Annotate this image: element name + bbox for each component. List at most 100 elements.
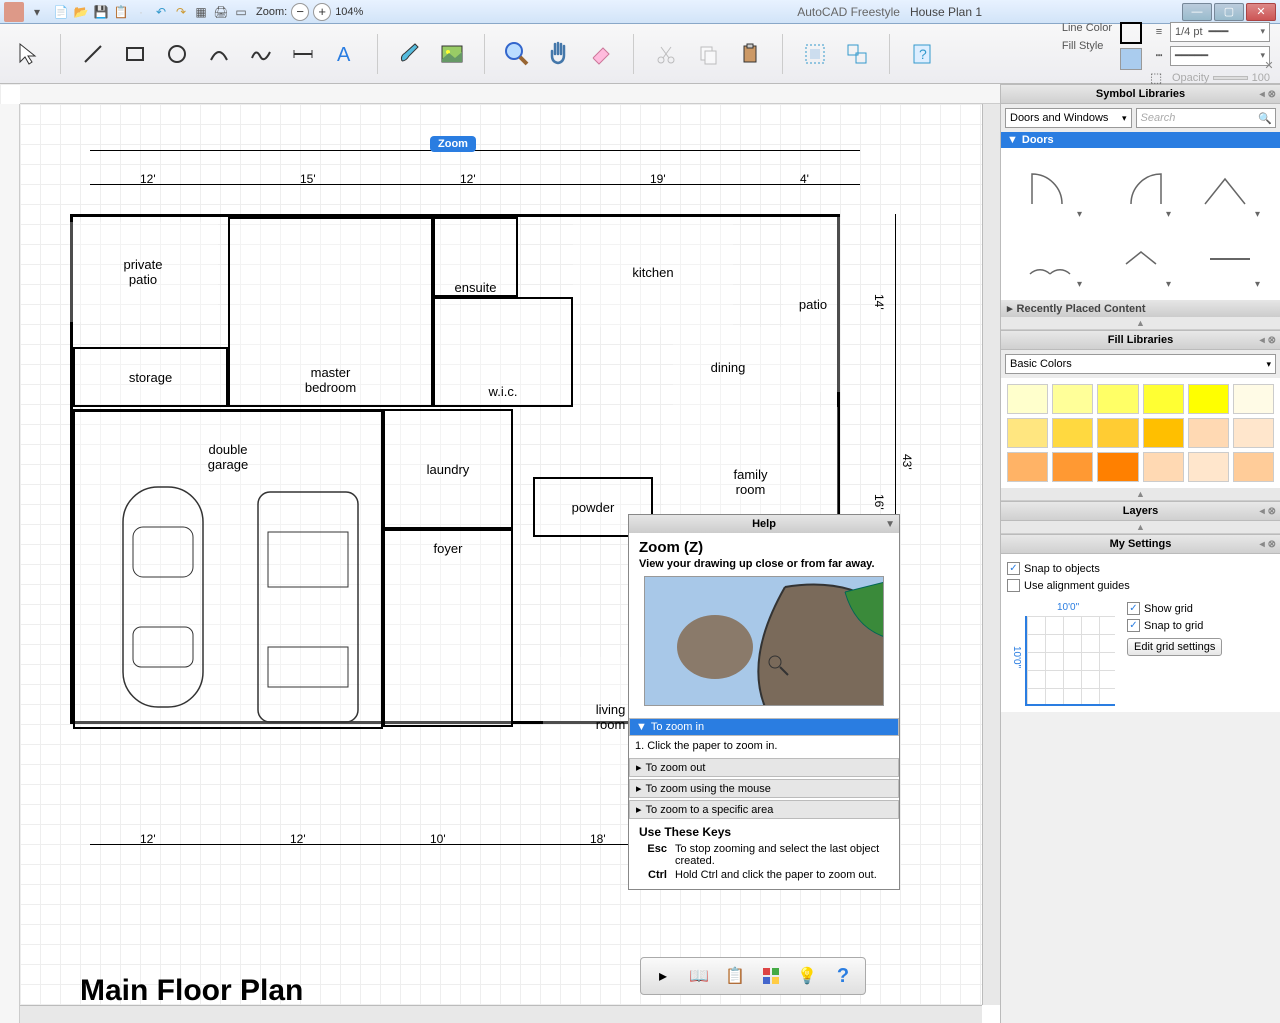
zoom-out-button[interactable]: −	[291, 3, 309, 21]
undo-icon[interactable]: ↶	[152, 3, 170, 21]
save-icon[interactable]: 💾	[92, 3, 110, 21]
color-swatch[interactable]	[1188, 452, 1229, 482]
dimension-tool[interactable]	[285, 36, 321, 72]
door-symbol[interactable]: ▾	[1185, 224, 1274, 294]
group-tool[interactable]	[797, 36, 833, 72]
door-symbol[interactable]: ▾	[1096, 224, 1185, 294]
collapse-icon[interactable]: ▼	[885, 519, 895, 530]
line-weight-select[interactable]: 1/4 pt━━━	[1170, 22, 1270, 42]
prev-icon[interactable]: ◂	[1260, 335, 1265, 346]
paste-tool[interactable]	[732, 36, 768, 72]
canvas[interactable]: Zoom 62' 12' 15' 12' 19' 4' 43' 14' 16' …	[0, 84, 1000, 1023]
redo-icon[interactable]: ↷	[172, 3, 190, 21]
help-acc-zoom-mouse[interactable]: ▸To zoom using the mouse	[629, 779, 899, 798]
opacity-slider[interactable]	[1213, 76, 1247, 80]
door-symbol[interactable]: ▾	[1096, 154, 1185, 224]
color-swatch[interactable]	[1052, 452, 1093, 482]
recent-content-header[interactable]: ▸Recently Placed Content	[1001, 300, 1280, 317]
help-icon[interactable]: ?	[904, 36, 940, 72]
line-tool[interactable]	[75, 36, 111, 72]
doors-category-header[interactable]: ▼Doors	[1001, 132, 1280, 148]
edit-grid-button[interactable]: Edit grid settings	[1127, 638, 1222, 656]
collapse-up-icon[interactable]: ▲	[1001, 521, 1280, 534]
help-acc-zoom-out[interactable]: ▸To zoom out	[629, 758, 899, 777]
door-symbol[interactable]: ▾	[1185, 154, 1274, 224]
qat-dropdown-icon[interactable]: ▾	[28, 3, 46, 21]
close-panel-icon[interactable]: ⊗	[1268, 89, 1276, 100]
snap-objects-checkbox[interactable]: ✓	[1007, 562, 1020, 575]
zoom-tool[interactable]	[499, 36, 535, 72]
text-tool[interactable]: A	[327, 36, 363, 72]
color-swatch[interactable]	[1233, 452, 1274, 482]
close-button[interactable]: ✕	[1246, 3, 1276, 21]
color-swatch[interactable]	[1233, 384, 1274, 414]
layout-icon[interactable]: ▦	[192, 3, 210, 21]
image-tool[interactable]	[434, 36, 470, 72]
question-icon[interactable]: ?	[829, 962, 857, 990]
fill-color-swatch[interactable]	[1120, 48, 1142, 70]
color-swatch[interactable]	[1233, 418, 1274, 448]
vertical-scrollbar[interactable]	[982, 104, 1000, 1005]
color-swatch[interactable]	[1097, 418, 1138, 448]
color-swatch[interactable]	[1097, 452, 1138, 482]
app-menu-icon[interactable]	[757, 962, 785, 990]
open-icon[interactable]: 📂	[72, 3, 90, 21]
eraser-tool[interactable]	[583, 36, 619, 72]
clipboard-icon[interactable]: 📋	[721, 962, 749, 990]
close-panel-icon[interactable]: ⊗	[1268, 539, 1276, 550]
help-acc-zoom-in[interactable]: ▼To zoom in	[629, 718, 899, 736]
book-icon[interactable]: 📖	[685, 962, 713, 990]
close-panel-icon[interactable]: ⊗	[1268, 335, 1276, 346]
publish-icon[interactable]: 📋	[112, 3, 130, 21]
minimize-button[interactable]: —	[1182, 3, 1212, 21]
help-header[interactable]: Help ▼	[629, 515, 899, 533]
close-panel-icon[interactable]: ⊗	[1268, 506, 1276, 517]
layers-header[interactable]: Layers ◂⊗	[1001, 501, 1280, 521]
fill-category-select[interactable]: Basic Colors	[1005, 354, 1276, 374]
line-type-select[interactable]: ━━━━━	[1170, 46, 1270, 66]
collapse-up-icon[interactable]: ▲	[1001, 488, 1280, 501]
line-color-swatch[interactable]	[1120, 22, 1142, 44]
prev-icon[interactable]: ◂	[1260, 506, 1265, 517]
arc-tool[interactable]	[201, 36, 237, 72]
fill-libraries-header[interactable]: Fill Libraries ◂⊗	[1001, 330, 1280, 350]
prev-icon[interactable]: ◂	[1260, 539, 1265, 550]
rectangle-tool[interactable]	[117, 36, 153, 72]
pan-tool[interactable]	[541, 36, 577, 72]
select-tool[interactable]	[10, 36, 46, 72]
page-icon[interactable]: ▭	[232, 3, 250, 21]
symbol-libraries-header[interactable]: Symbol Libraries ◂⊗	[1001, 84, 1280, 104]
new-icon[interactable]: 📄	[52, 3, 70, 21]
play-icon[interactable]: ▸	[649, 962, 677, 990]
color-swatch[interactable]	[1097, 384, 1138, 414]
symbol-search-input[interactable]: Search🔍	[1136, 108, 1277, 128]
lightbulb-icon[interactable]: 💡	[793, 962, 821, 990]
copy-tool[interactable]	[690, 36, 726, 72]
cut-tool[interactable]	[648, 36, 684, 72]
color-swatch[interactable]	[1188, 418, 1229, 448]
show-grid-checkbox[interactable]: ✓	[1127, 602, 1140, 615]
freehand-tool[interactable]	[243, 36, 279, 72]
color-swatch[interactable]	[1143, 452, 1184, 482]
snap-grid-checkbox[interactable]: ✓	[1127, 619, 1140, 632]
toolbar-close-icon[interactable]: ✕	[1262, 58, 1276, 72]
line-type-icon[interactable]: ┅	[1150, 49, 1168, 62]
color-swatch[interactable]	[1188, 384, 1229, 414]
color-swatch[interactable]	[1007, 452, 1048, 482]
my-settings-header[interactable]: My Settings ◂⊗	[1001, 534, 1280, 554]
zoom-in-button[interactable]: +	[313, 3, 331, 21]
color-swatch[interactable]	[1052, 418, 1093, 448]
brush-tool[interactable]	[392, 36, 428, 72]
color-swatch[interactable]	[1007, 384, 1048, 414]
color-swatch[interactable]	[1143, 384, 1184, 414]
maximize-button[interactable]: ▢	[1214, 3, 1244, 21]
color-swatch[interactable]	[1052, 384, 1093, 414]
symbol-category-select[interactable]: Doors and Windows	[1005, 108, 1132, 128]
door-symbol[interactable]: ▾	[1007, 224, 1096, 294]
circle-tool[interactable]	[159, 36, 195, 72]
color-swatch[interactable]	[1007, 418, 1048, 448]
color-swatch[interactable]	[1143, 418, 1184, 448]
help-acc-zoom-area[interactable]: ▸To zoom to a specific area	[629, 800, 899, 819]
prev-icon[interactable]: ◂	[1260, 89, 1265, 100]
line-style-icon[interactable]: ≡	[1150, 26, 1168, 38]
